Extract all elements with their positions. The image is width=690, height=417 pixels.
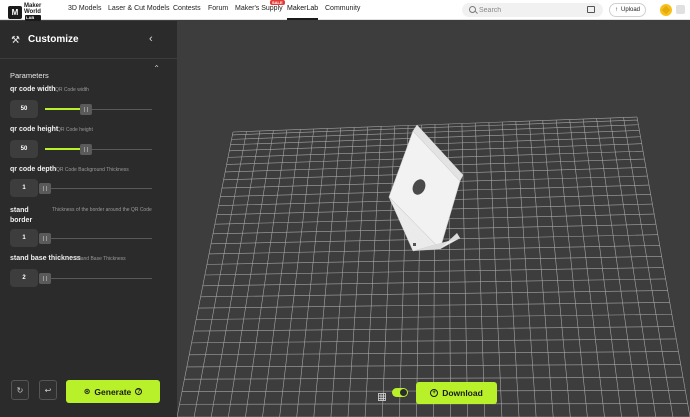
generate-icon: ⊛ bbox=[83, 387, 91, 396]
nav-makers-supply[interactable]: Maker's Supply bbox=[235, 5, 283, 12]
stand-border-input[interactable]: 1 bbox=[10, 229, 38, 247]
download-label: Download bbox=[442, 388, 483, 398]
stand-base-thickness-track[interactable] bbox=[45, 278, 152, 279]
customize-sidebar: ⚒ Customize ‹ Parameters ⌃ qr code width… bbox=[0, 21, 177, 417]
grid-toggle[interactable] bbox=[392, 388, 408, 397]
3d-viewport[interactable]: + Download bbox=[177, 21, 690, 417]
avatar-image bbox=[661, 5, 671, 15]
parameters-title: Parameters bbox=[10, 71, 49, 80]
undo-icon: ↩ bbox=[44, 385, 52, 395]
sidebar-header: ⚒ Customize ‹ bbox=[0, 21, 177, 59]
param-label-qr-code-width: qr code width bbox=[10, 86, 56, 93]
param-label-stand-border: stand border bbox=[10, 207, 33, 224]
qr-code-depth-slider-handle[interactable] bbox=[39, 183, 51, 194]
nav-3d-models[interactable]: 3D Models bbox=[68, 5, 101, 12]
param-desc-qr-code-width: QR Code width bbox=[55, 87, 89, 93]
help-icon[interactable]: ? bbox=[135, 388, 143, 395]
upload-label: Upload bbox=[620, 7, 640, 13]
image-search-icon[interactable] bbox=[587, 6, 595, 13]
sale-badge: SALE bbox=[270, 0, 285, 5]
avatar[interactable] bbox=[660, 4, 672, 16]
stand-base-thickness-input[interactable]: 2 bbox=[10, 269, 38, 287]
sidebar-title: Customize bbox=[28, 34, 79, 45]
user-menu-icon[interactable] bbox=[676, 5, 685, 14]
logo-mark: M bbox=[8, 5, 22, 19]
nav-laser-cut-models[interactable]: Laser & Cut Models bbox=[108, 5, 169, 12]
param-label-qr-code-height: qr code height bbox=[10, 126, 59, 133]
upload-button[interactable]: ↑ Upload bbox=[609, 3, 646, 17]
upload-icon: ↑ bbox=[614, 7, 618, 13]
qr-code-width-slider-handle[interactable] bbox=[79, 104, 92, 115]
qr-code-height-input[interactable]: 50 bbox=[10, 140, 38, 158]
download-icon: + bbox=[430, 389, 439, 397]
qr-code-height-slider-handle[interactable] bbox=[79, 144, 92, 155]
search-icon bbox=[469, 6, 476, 13]
stand-base-thickness-slider-handle[interactable] bbox=[39, 273, 51, 284]
chevron-up-icon[interactable]: ⌃ bbox=[153, 64, 160, 73]
build-plate-grid bbox=[177, 116, 690, 417]
nav-community[interactable]: Community bbox=[325, 5, 360, 12]
param-label-qr-code-depth: qr code depth bbox=[10, 166, 57, 173]
toggle-knob bbox=[400, 389, 407, 396]
param-desc-qr-code-height: QR Code height bbox=[57, 127, 93, 133]
reset-button[interactable]: ↻ bbox=[11, 380, 29, 400]
magic-wand-icon: ⚒ bbox=[11, 35, 20, 46]
nav-makerlab[interactable]: MakerLab bbox=[287, 5, 318, 12]
generate-button[interactable]: ⊛ Generate ? bbox=[66, 380, 160, 403]
qr-code-depth-input[interactable]: 1 bbox=[10, 179, 38, 197]
generate-label: Generate bbox=[94, 386, 132, 397]
grid-icon bbox=[378, 388, 386, 401]
download-button[interactable]: + Download bbox=[416, 382, 497, 404]
top-nav: M Maker World LAB 3D Models Laser & Cut M… bbox=[0, 0, 690, 21]
param-label-stand-base-thickness: stand base thickness bbox=[10, 255, 81, 262]
qr-code-depth-track[interactable] bbox=[45, 188, 152, 189]
param-desc-stand-border: Thickness of the border around the QR Co… bbox=[52, 207, 152, 213]
param-desc-qr-code-depth: QR Code Background Thickness bbox=[56, 167, 129, 173]
chevron-left-icon[interactable]: ‹ bbox=[149, 33, 153, 45]
nav-contests[interactable]: Contests bbox=[173, 5, 201, 12]
search-input[interactable] bbox=[479, 4, 579, 16]
refresh-icon: ↻ bbox=[16, 385, 24, 395]
stand-border-track[interactable] bbox=[45, 238, 152, 239]
qr-stand-model bbox=[388, 124, 464, 252]
search-bar[interactable] bbox=[462, 3, 603, 17]
stand-border-slider-handle[interactable] bbox=[39, 233, 51, 244]
undo-button[interactable]: ↩ bbox=[39, 380, 57, 400]
nav-forum[interactable]: Forum bbox=[208, 5, 228, 12]
makerworld-logo[interactable]: M Maker World LAB bbox=[8, 3, 42, 21]
active-nav-indicator bbox=[287, 18, 318, 20]
param-desc-stand-base-thickness: Stand Base Thickness bbox=[76, 256, 126, 262]
qr-code-width-input[interactable]: 50 bbox=[10, 100, 38, 118]
parameters-section-header[interactable]: Parameters ⌃ bbox=[10, 64, 160, 80]
